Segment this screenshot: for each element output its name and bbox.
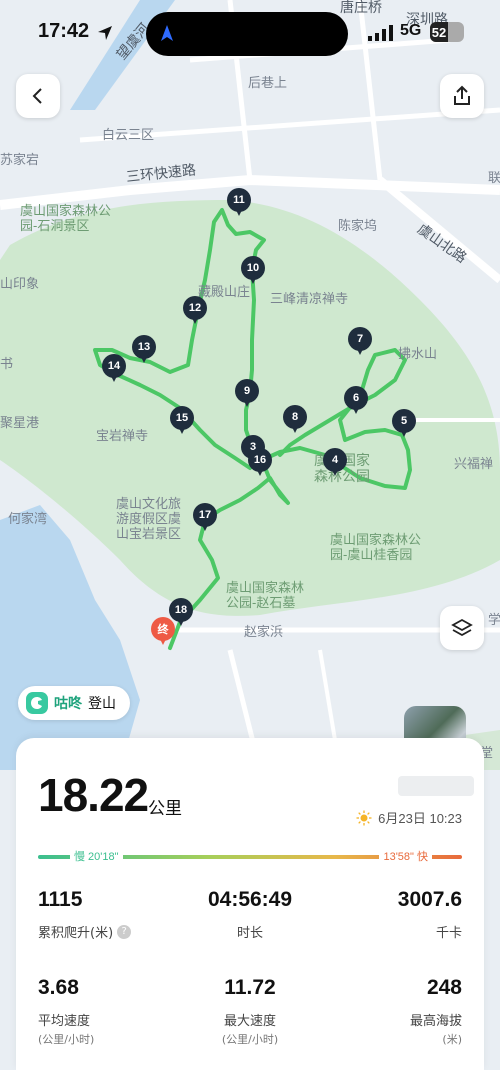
- map-label: 书: [0, 356, 14, 371]
- status-bar: 17:42 5G 52: [0, 0, 500, 70]
- map-label: 兴福禅: [454, 456, 494, 471]
- checkpoint-marker[interactable]: 17: [193, 503, 217, 533]
- stat-max-altitude: 248 最高海拔 (米): [409, 976, 462, 1046]
- checkpoint-marker[interactable]: 15: [170, 406, 194, 436]
- location-arrow-icon: [98, 26, 112, 40]
- status-time: 17:42: [38, 20, 90, 42]
- back-button[interactable]: [16, 74, 60, 118]
- map-label: 虞山国家森林公 园-虞山桂香园: [330, 532, 422, 562]
- share-button[interactable]: [440, 74, 484, 118]
- map-label: 学: [488, 612, 500, 627]
- battery-icon: 52: [430, 22, 464, 42]
- network-type: 5G: [400, 22, 422, 39]
- layers-button[interactable]: [440, 606, 484, 650]
- help-icon[interactable]: ?: [117, 924, 132, 939]
- checkpoint-marker[interactable]: 10: [241, 256, 265, 286]
- activity-type: 登山: [88, 696, 116, 712]
- map-label: 虞山国家森林 公园-赵石墓: [226, 580, 305, 610]
- username-blurred: [398, 776, 474, 796]
- pace-slow-label: 慢 20'18": [70, 848, 123, 864]
- map-label: 赵家浜: [244, 624, 284, 639]
- stat-duration: 04:56:49 时长: [207, 888, 293, 941]
- activity-date: 6月23日 10:23: [378, 811, 462, 826]
- map-label: 聚星港: [0, 415, 40, 430]
- sport-tag[interactable]: 咕咚 登山: [18, 686, 130, 720]
- layers-icon: [451, 618, 473, 637]
- map-label: 苏家宕: [0, 152, 40, 167]
- navigation-icon: [161, 25, 173, 41]
- map-label: 后巷上: [248, 75, 288, 90]
- checkpoint-marker[interactable]: 11: [227, 188, 251, 218]
- checkpoint-marker[interactable]: 13: [132, 335, 156, 365]
- checkpoint-marker[interactable]: 14: [102, 354, 126, 384]
- pace-bar: 慢 20'18" 13'58" 快: [38, 848, 462, 868]
- checkpoint-marker[interactable]: 16: [248, 448, 272, 478]
- stat-elevation-gain: 1115 累积爬升(米)?: [38, 888, 188, 941]
- checkpoint-marker[interactable]: 8: [283, 405, 307, 435]
- map-label: 虞山国家森林公 园-石洞景区: [20, 203, 112, 233]
- map-label: 山印象: [0, 276, 40, 291]
- map-label: 虞山文化旅 游度假区虞 山宝岩景区: [116, 496, 182, 541]
- app-logo-icon: [26, 692, 48, 714]
- distance-value: 18.22: [38, 769, 149, 821]
- checkpoint-marker[interactable]: 4: [323, 448, 347, 478]
- map-label: 何家湾: [8, 511, 48, 526]
- map-label: 白云三区: [102, 127, 155, 142]
- end-marker[interactable]: 终: [151, 617, 175, 647]
- sun-icon: [356, 810, 372, 825]
- route-map[interactable]: 唐庄桥 深圳路 望虞河 后巷上 白云三区 苏家宕 三环快速路 联 虞山国家森林公…: [0, 0, 500, 770]
- stat-avg-speed: 3.68 平均速度 (公里/小时): [38, 976, 95, 1046]
- back-arrow-icon: [32, 88, 42, 104]
- summary-card: 18.22 公里 6月23日 10:23 慢 20'18" 13'58" 快 1…: [16, 738, 484, 1070]
- map-label: 拂水山: [398, 346, 438, 361]
- map-label: 宝岩禅寺: [96, 428, 149, 443]
- map-label: 陈家坞: [338, 218, 378, 233]
- checkpoint-marker[interactable]: 5: [392, 409, 416, 439]
- app-name: 咕咚: [54, 696, 82, 712]
- share-icon: [454, 85, 470, 105]
- checkpoint-marker[interactable]: 7: [348, 327, 372, 357]
- stat-calories: 3007.6 千卡: [397, 888, 462, 941]
- checkpoint-marker[interactable]: 12: [183, 296, 207, 326]
- distance-unit: 公里: [148, 799, 182, 819]
- checkpoint-marker[interactable]: 6: [344, 386, 368, 416]
- pace-fast-label: 13'58" 快: [379, 848, 432, 864]
- date-row: 6月23日 10:23: [356, 808, 462, 827]
- stat-max-speed: 11.72 最大速度 (公里/小时): [221, 976, 279, 1046]
- signal-icon: [368, 25, 393, 41]
- map-label: 联: [488, 170, 500, 185]
- checkpoint-marker[interactable]: 9: [235, 379, 259, 409]
- map-label: 三峰清凉禅寺: [270, 291, 349, 306]
